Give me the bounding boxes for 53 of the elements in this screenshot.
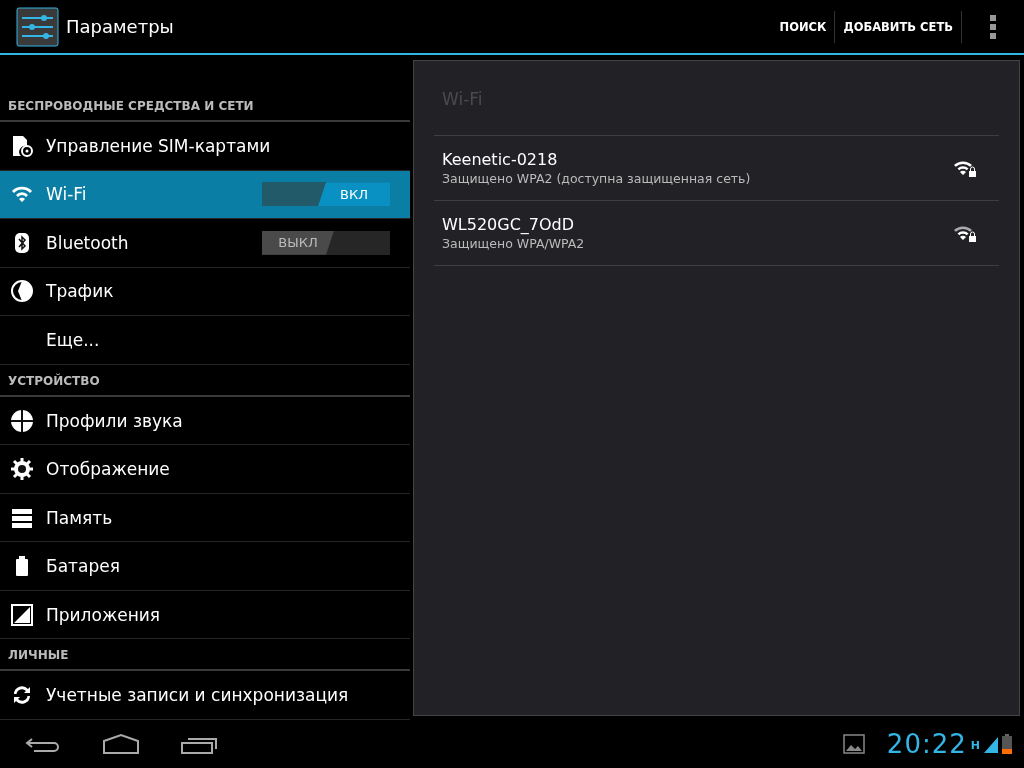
- overflow-menu-icon[interactable]: [988, 13, 998, 40]
- network-row[interactable]: Keenetic-0218 Защищено WPA2 (доступна защищенная сеть): [434, 136, 999, 201]
- settings-item[interactable]: Отображение: [0, 445, 410, 494]
- clock: 20:22: [886, 729, 967, 759]
- action-button[interactable]: ПОИСК: [771, 10, 835, 43]
- secured-wifi-icon: [953, 224, 977, 242]
- sim-card-icon: [10, 133, 34, 158]
- network-row[interactable]: WL520GC_7OdD Защищено WPA/WPA2: [434, 201, 999, 266]
- settings-item[interactable]: Управление SIM-картами: [0, 122, 410, 171]
- network-status: Защищено WPA/WPA2: [442, 236, 586, 251]
- toggle-switch[interactable]: ВКЛ: [262, 182, 390, 207]
- settings-item[interactable]: Wi-Fi ВКЛ: [0, 170, 410, 220]
- section-header: ЛИЧНЫЕ: [0, 639, 410, 672]
- toggle-thumb: ВКЛ: [318, 182, 390, 207]
- item-label: Трафик: [46, 281, 115, 302]
- item-label: Учетные записи и синхронизация: [46, 685, 350, 706]
- item-label: Батарея: [46, 556, 121, 577]
- signal-icon: [984, 735, 998, 753]
- battery-status-icon: [1002, 734, 1012, 754]
- item-label: Приложения: [46, 604, 162, 625]
- settings-item[interactable]: Профили звука: [0, 396, 410, 446]
- secured-wifi-icon: [953, 159, 977, 177]
- settings-item[interactable]: Трафик: [0, 267, 410, 317]
- gear-icon: [10, 457, 34, 482]
- item-label: Управление SIM-картами: [46, 135, 272, 156]
- item-label: Память: [46, 507, 114, 528]
- item-label: Wi-Fi: [46, 184, 88, 205]
- settings-item[interactable]: Батарея: [0, 542, 410, 591]
- item-label: Отображение: [46, 459, 171, 480]
- section-header: УСТРОЙСТВО: [0, 364, 410, 397]
- item-label: Профили звука: [46, 410, 184, 431]
- item-label: Bluetooth: [46, 232, 130, 253]
- toggle-switch[interactable]: ВЫКЛ: [262, 230, 390, 255]
- apps-icon: [10, 602, 34, 627]
- network-name: WL520GC_7OdD: [442, 215, 576, 234]
- settings-item[interactable]: Еще...: [0, 316, 410, 365]
- action-button[interactable]: ДОБАВИТЬ СЕТЬ: [835, 10, 961, 43]
- screen-title: Параметры: [66, 16, 175, 37]
- sound-icon: [10, 408, 34, 433]
- network-name: Keenetic-0218: [442, 150, 559, 169]
- image-notification-icon[interactable]: [842, 734, 865, 754]
- item-label: Еще...: [46, 329, 101, 350]
- home-icon[interactable]: [102, 733, 140, 755]
- pie-chart-icon: [10, 279, 34, 304]
- settings-item[interactable]: Bluetooth ВЫКЛ: [0, 219, 410, 268]
- settings-item[interactable]: Приложения: [0, 590, 410, 640]
- settings-item[interactable]: Учетные записи и синхронизация: [0, 671, 410, 720]
- network-status: Защищено WPA2 (доступна защищенная сеть): [442, 171, 752, 186]
- toggle-thumb: ВЫКЛ: [262, 230, 334, 255]
- settings-item[interactable]: Память: [0, 493, 410, 543]
- settings-app-icon[interactable]: [16, 6, 59, 47]
- section-header: БЕСПРОВОДНЫЕ СРЕДСТВА И СЕТИ: [0, 90, 410, 122]
- network-type: H: [970, 739, 980, 752]
